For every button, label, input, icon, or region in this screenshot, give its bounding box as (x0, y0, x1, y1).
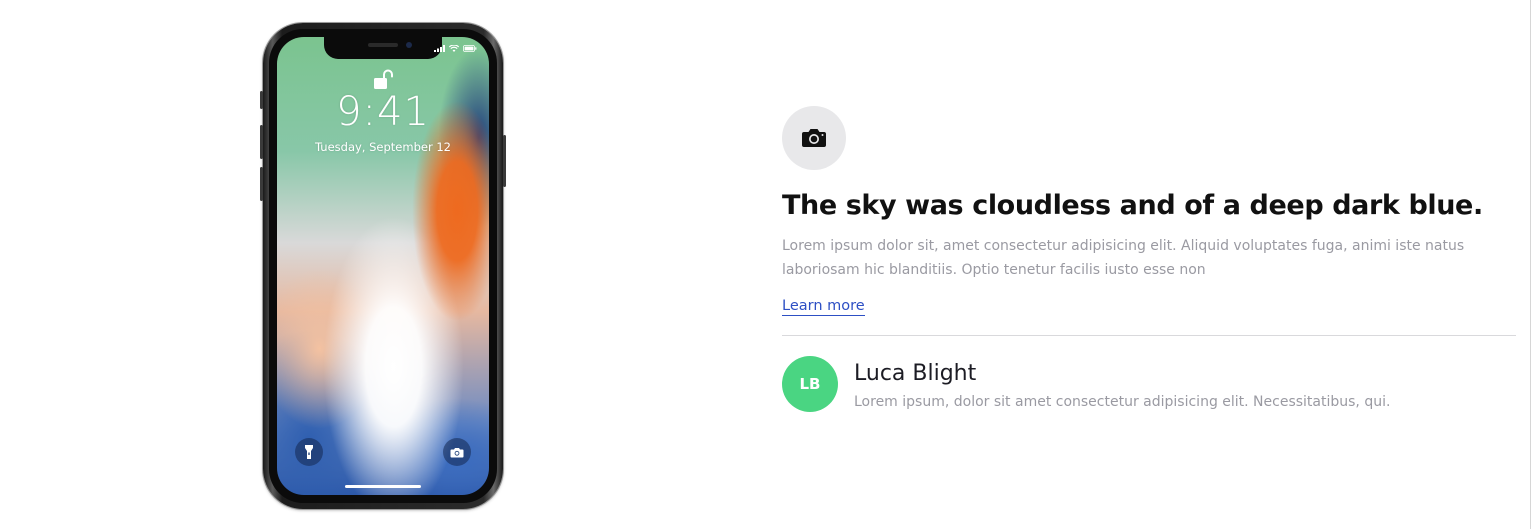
feature-icon-circle (782, 106, 846, 170)
wifi-icon (449, 45, 459, 52)
author-info: Luca Blight Lorem ipsum, dolor sit amet … (854, 356, 1390, 412)
phone-power-button (503, 135, 506, 187)
front-camera (406, 42, 412, 48)
status-bar (434, 45, 477, 52)
feature-headline: The sky was cloudless and of a deep dark… (782, 190, 1483, 221)
phone-bezel: 9:41 Tuesday, September 12 (269, 29, 497, 503)
lock-screen: 9:41 Tuesday, September 12 (277, 37, 489, 495)
home-indicator (345, 485, 421, 488)
learn-more-link[interactable]: Learn more (782, 298, 865, 316)
phone-silent-switch (260, 91, 263, 109)
lockscreen-camera-button (443, 438, 471, 466)
unlocked-padlock-icon (374, 69, 393, 89)
lockscreen-date: Tuesday, September 12 (315, 140, 451, 154)
section-divider (782, 335, 1516, 336)
phone-volume-up (260, 125, 263, 159)
avatar: LB (782, 356, 838, 412)
battery-icon (463, 45, 477, 52)
phone-mockup: 9:41 Tuesday, September 12 (260, 23, 506, 509)
flashlight-icon (305, 445, 313, 459)
signal-icon (434, 45, 445, 52)
feature-description: Lorem ipsum dolor sit, amet consectetur … (782, 238, 1465, 278)
phone-speaker (368, 43, 398, 47)
lockscreen-time: 9:41 (336, 89, 430, 135)
phone-volume-down (260, 167, 263, 201)
flashlight-button (295, 438, 323, 466)
author-description: Lorem ipsum, dolor sit amet consectetur … (854, 394, 1391, 410)
camera-icon (802, 129, 826, 147)
camera-icon (450, 447, 464, 457)
author-name: Luca Blight (854, 361, 977, 386)
feature-section: The sky was cloudless and of a deep dark… (782, 106, 1516, 412)
phone-notch (324, 37, 442, 59)
author-card: LB Luca Blight Lorem ipsum, dolor sit am… (782, 356, 1516, 412)
